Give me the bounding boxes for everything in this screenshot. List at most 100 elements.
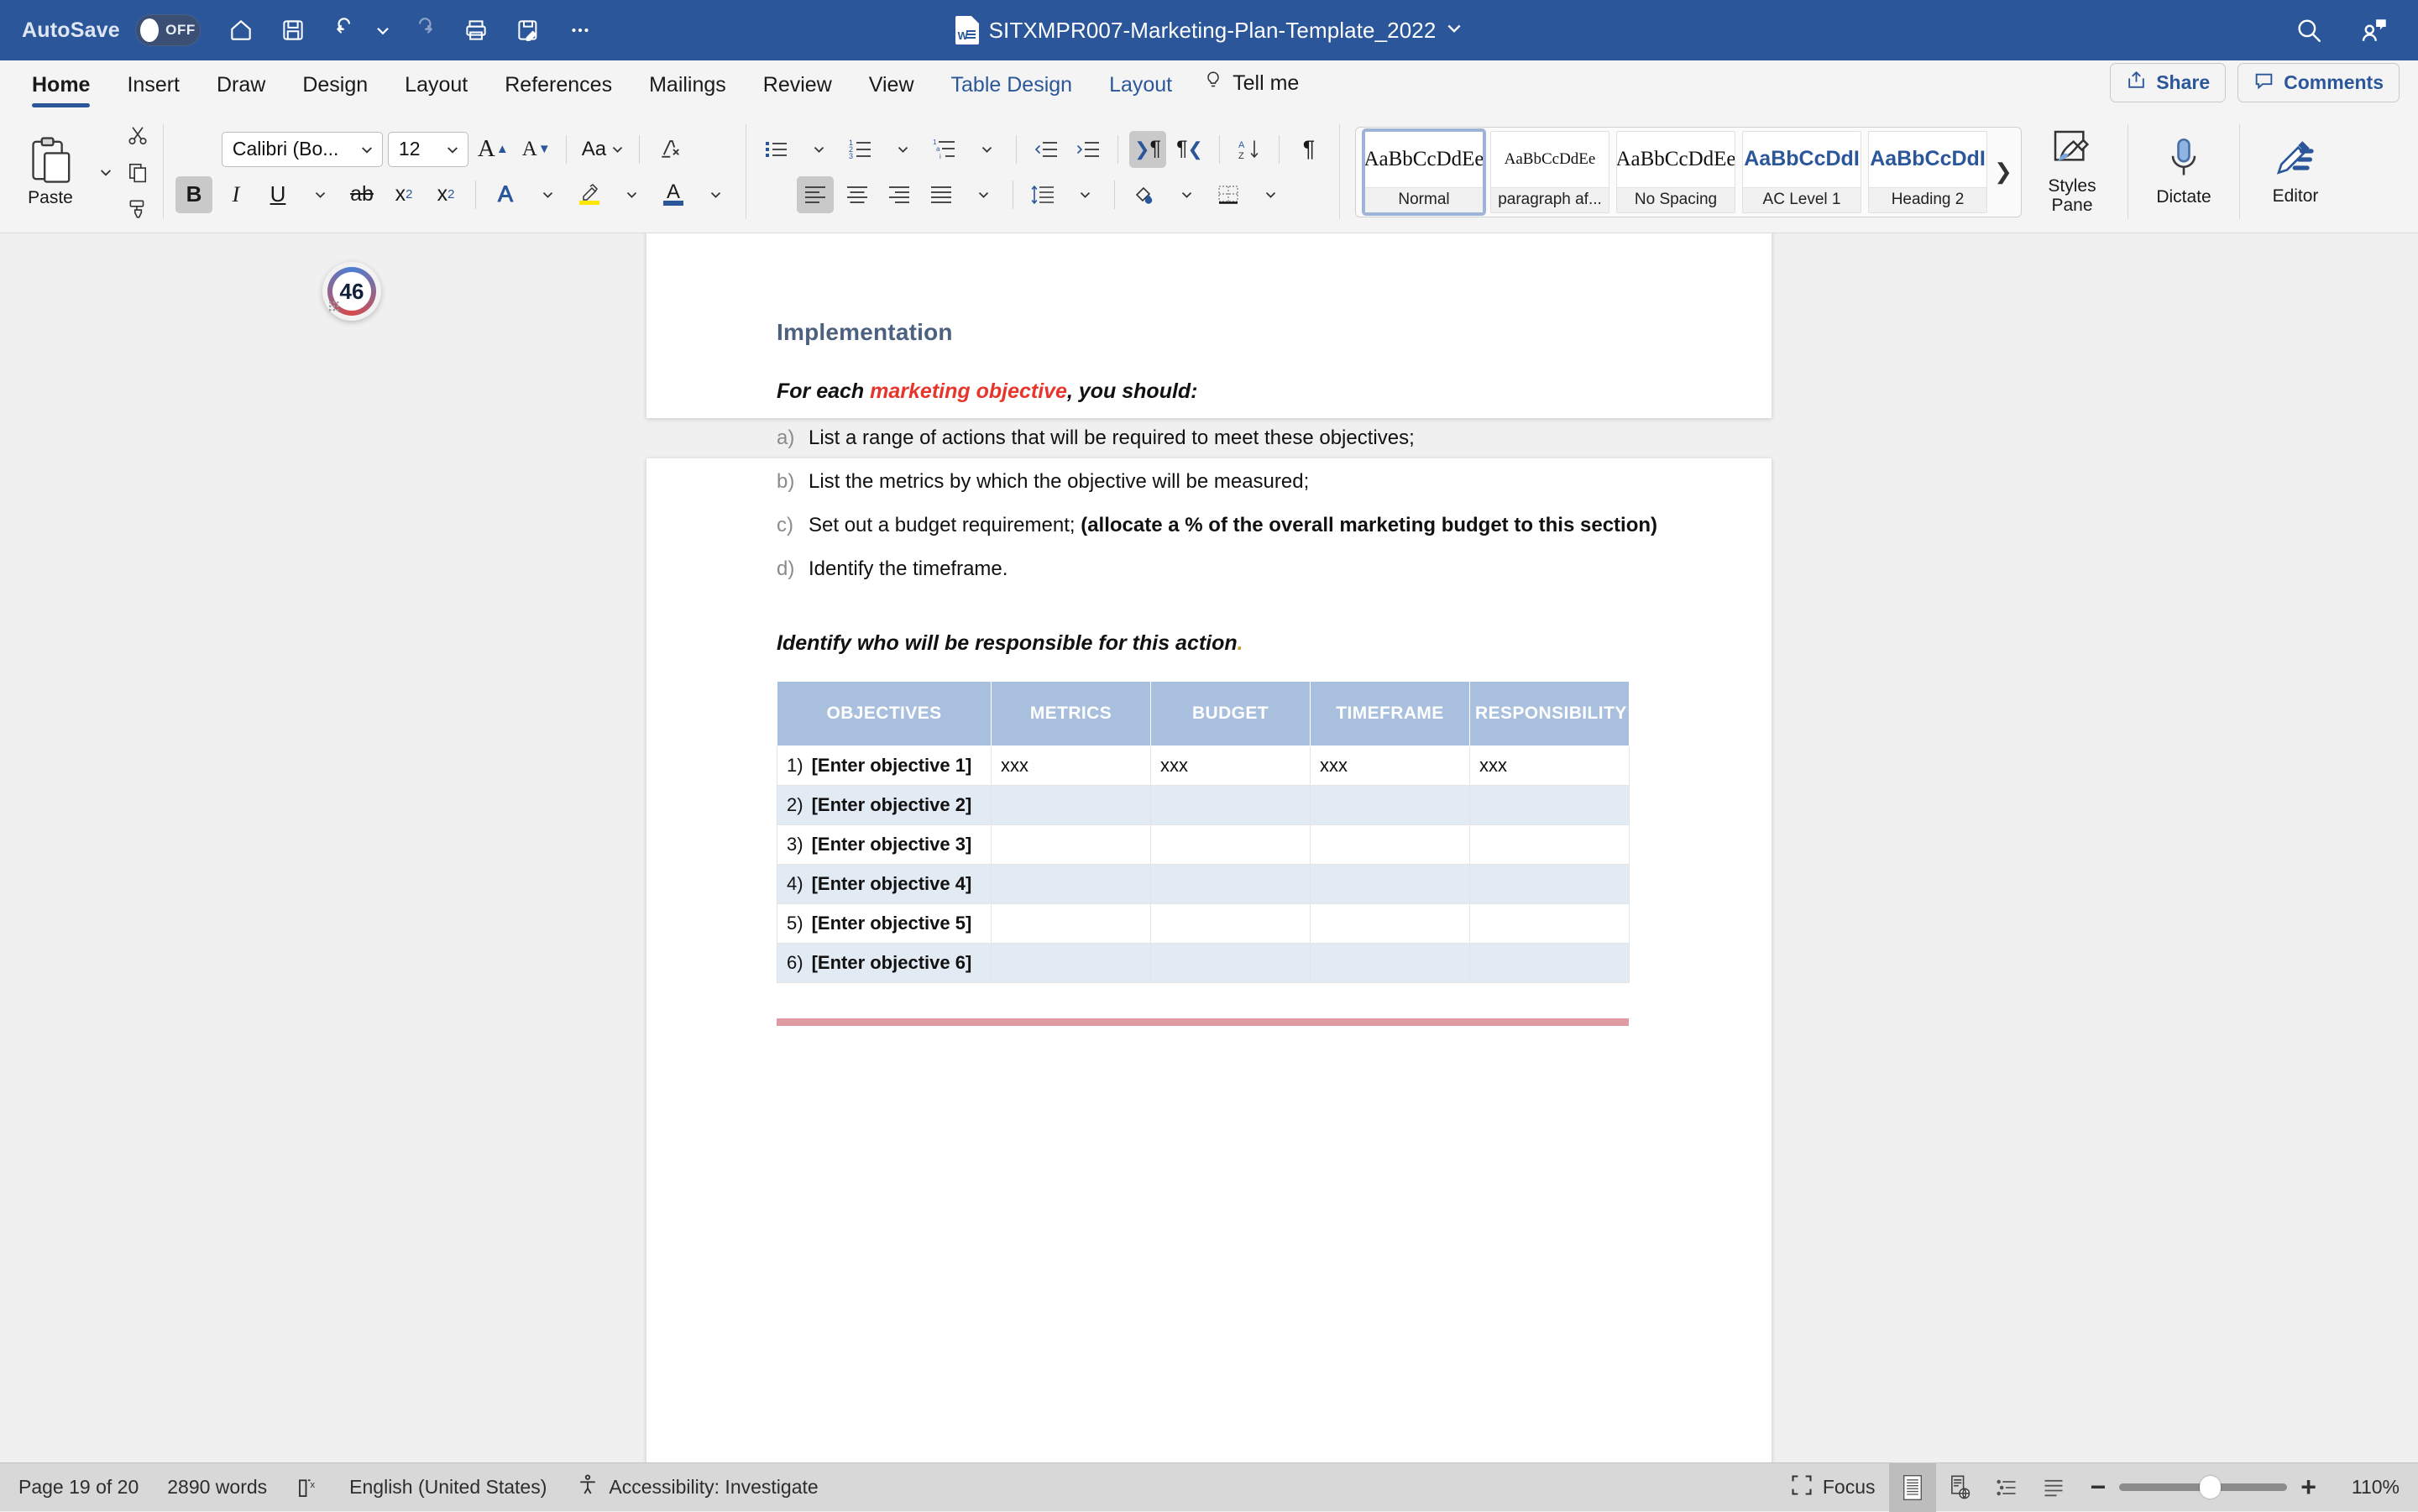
tab-insert[interactable]: Insert	[108, 73, 198, 111]
decrease-indent-icon[interactable]	[1028, 131, 1065, 168]
accessibility-status[interactable]: Accessibility: Investigate	[575, 1473, 818, 1503]
zoom-out-button[interactable]: −	[2077, 1472, 2120, 1503]
tab-table-layout[interactable]: Layout	[1091, 73, 1191, 111]
comment-count-badge[interactable]: 46	[322, 262, 381, 321]
clear-formatting-icon[interactable]	[651, 131, 688, 168]
align-center-button[interactable]	[839, 176, 876, 213]
web-layout-view-button[interactable]	[1936, 1463, 1983, 1512]
style-no-spacing[interactable]: AaBbCcDdEе No Spacing	[1616, 131, 1735, 213]
undo-dropdown-icon[interactable]	[372, 8, 394, 52]
bullet-dropdown-icon[interactable]	[800, 131, 837, 168]
draft-view-button[interactable]	[2030, 1463, 2077, 1512]
bold-button[interactable]: B	[175, 176, 212, 213]
cell-metrics[interactable]	[992, 904, 1151, 944]
cell-objective[interactable]: 5)[Enter objective 5]	[777, 904, 992, 944]
table-row[interactable]: 4)[Enter objective 4]	[777, 865, 1630, 904]
word-count[interactable]: 2890 words	[167, 1476, 267, 1499]
cell-budget[interactable]	[1151, 904, 1311, 944]
tab-references[interactable]: References	[486, 73, 631, 111]
tell-me-box[interactable]: Tell me	[1191, 70, 1307, 111]
increase-indent-icon[interactable]	[1070, 131, 1107, 168]
cell-metrics[interactable]	[992, 825, 1151, 865]
font-color-dropdown-icon[interactable]	[697, 176, 734, 213]
underline-dropdown-icon[interactable]	[301, 176, 338, 213]
undo-icon[interactable]	[323, 8, 367, 52]
italic-button[interactable]: I	[217, 176, 254, 213]
cell-budget[interactable]	[1151, 825, 1311, 865]
font-family-select[interactable]: Calibri (Bo...	[222, 132, 383, 167]
font-size-select[interactable]: 12	[388, 132, 468, 167]
cell-responsibility[interactable]	[1470, 786, 1630, 825]
paste-dropdown-icon[interactable]	[91, 157, 121, 187]
table-row[interactable]: 6)[Enter objective 6]	[777, 944, 1630, 983]
outline-view-button[interactable]	[1983, 1463, 2030, 1512]
cut-icon[interactable]	[123, 120, 153, 150]
document-title-group[interactable]: W SITXMPR007-Marketing-Plan-Template_202…	[955, 16, 1463, 44]
title-dropdown-icon[interactable]	[1446, 19, 1463, 41]
cell-budget[interactable]	[1151, 944, 1311, 983]
show-formatting-marks-icon[interactable]: ¶	[1290, 131, 1327, 168]
style-heading-2[interactable]: AaBbCcDdI Heading 2	[1868, 131, 1987, 213]
print-icon[interactable]	[454, 8, 498, 52]
cell-budget[interactable]	[1151, 865, 1311, 904]
cell-metrics[interactable]	[992, 865, 1151, 904]
style-paragraph-after[interactable]: AaBbCcDdEe paragraph af...	[1490, 131, 1609, 213]
search-icon[interactable]	[2287, 8, 2331, 52]
change-case-icon[interactable]: Aa	[578, 131, 628, 168]
strikethrough-button[interactable]: ab	[343, 176, 380, 213]
numbered-dropdown-icon[interactable]	[884, 131, 921, 168]
table-row[interactable]: 3)[Enter objective 3]	[777, 825, 1630, 865]
style-normal[interactable]: AaBbCcDdEе Normal	[1364, 131, 1484, 213]
cell-responsibility[interactable]	[1470, 944, 1630, 983]
cell-timeframe[interactable]	[1311, 786, 1470, 825]
borders-icon[interactable]	[1210, 176, 1247, 213]
grow-font-icon[interactable]: A▲	[474, 131, 513, 168]
badge-drag-handle[interactable]	[328, 301, 339, 311]
tab-layout[interactable]: Layout	[386, 73, 486, 111]
tab-home[interactable]: Home	[13, 73, 108, 111]
shading-dropdown-icon[interactable]	[1168, 176, 1205, 213]
cell-objective[interactable]: 2)[Enter objective 2]	[777, 786, 992, 825]
tab-review[interactable]: Review	[745, 73, 850, 111]
styles-more-icon[interactable]: ❯	[1991, 159, 2016, 185]
cell-metrics[interactable]: xxx	[992, 746, 1151, 786]
superscript-button[interactable]: x2	[427, 176, 464, 213]
cell-timeframe[interactable]	[1311, 904, 1470, 944]
justify-button[interactable]	[923, 176, 960, 213]
cell-objective[interactable]: 4)[Enter objective 4]	[777, 865, 992, 904]
styles-pane-button[interactable]: StylesPane	[2027, 128, 2117, 215]
highlight-color-icon[interactable]	[571, 176, 608, 213]
tab-mailings[interactable]: Mailings	[631, 73, 745, 111]
collaborators-icon[interactable]	[2353, 8, 2396, 52]
print-layout-view-button[interactable]	[1889, 1463, 1936, 1512]
cell-responsibility[interactable]	[1470, 825, 1630, 865]
save-icon[interactable]	[271, 8, 315, 52]
align-left-button[interactable]	[797, 176, 834, 213]
cell-timeframe[interactable]: xxx	[1311, 746, 1470, 786]
text-effects-icon[interactable]: A	[487, 176, 524, 213]
style-ac-level-1[interactable]: AaBbCcDdI AC Level 1	[1742, 131, 1861, 213]
table-row[interactable]: 5)[Enter objective 5]	[777, 904, 1630, 944]
cell-objective[interactable]: 6)[Enter objective 6]	[777, 944, 992, 983]
editor-button[interactable]: Editor	[2250, 138, 2341, 207]
cell-budget[interactable]	[1151, 786, 1311, 825]
cell-metrics[interactable]	[992, 944, 1151, 983]
align-right-button[interactable]	[881, 176, 918, 213]
font-color-icon[interactable]: A	[655, 176, 692, 213]
cell-timeframe[interactable]	[1311, 944, 1470, 983]
rtl-text-direction-button[interactable]: ¶❮	[1171, 131, 1208, 168]
line-spacing-icon[interactable]	[1024, 176, 1061, 213]
cell-objective[interactable]: 1)[Enter objective 1]	[777, 746, 992, 786]
shading-icon[interactable]	[1126, 176, 1163, 213]
more-commands-icon[interactable]	[558, 8, 602, 52]
cell-budget[interactable]: xxx	[1151, 746, 1311, 786]
zoom-in-button[interactable]: +	[2287, 1472, 2330, 1503]
tab-table-design[interactable]: Table Design	[933, 73, 1091, 111]
line-spacing-dropdown-icon[interactable]	[1066, 176, 1103, 213]
align-dropdown-icon[interactable]	[965, 176, 1002, 213]
table-row[interactable]: 1)[Enter objective 1] xxx xxx xxx xxx	[777, 746, 1630, 786]
shrink-font-icon[interactable]: A▼	[518, 131, 555, 168]
paste-button[interactable]: Paste	[10, 136, 91, 208]
objectives-table[interactable]: OBJECTIVES METRICS BUDGET TIMEFRAME RESP…	[777, 681, 1630, 983]
sort-icon[interactable]: AZ	[1231, 131, 1268, 168]
